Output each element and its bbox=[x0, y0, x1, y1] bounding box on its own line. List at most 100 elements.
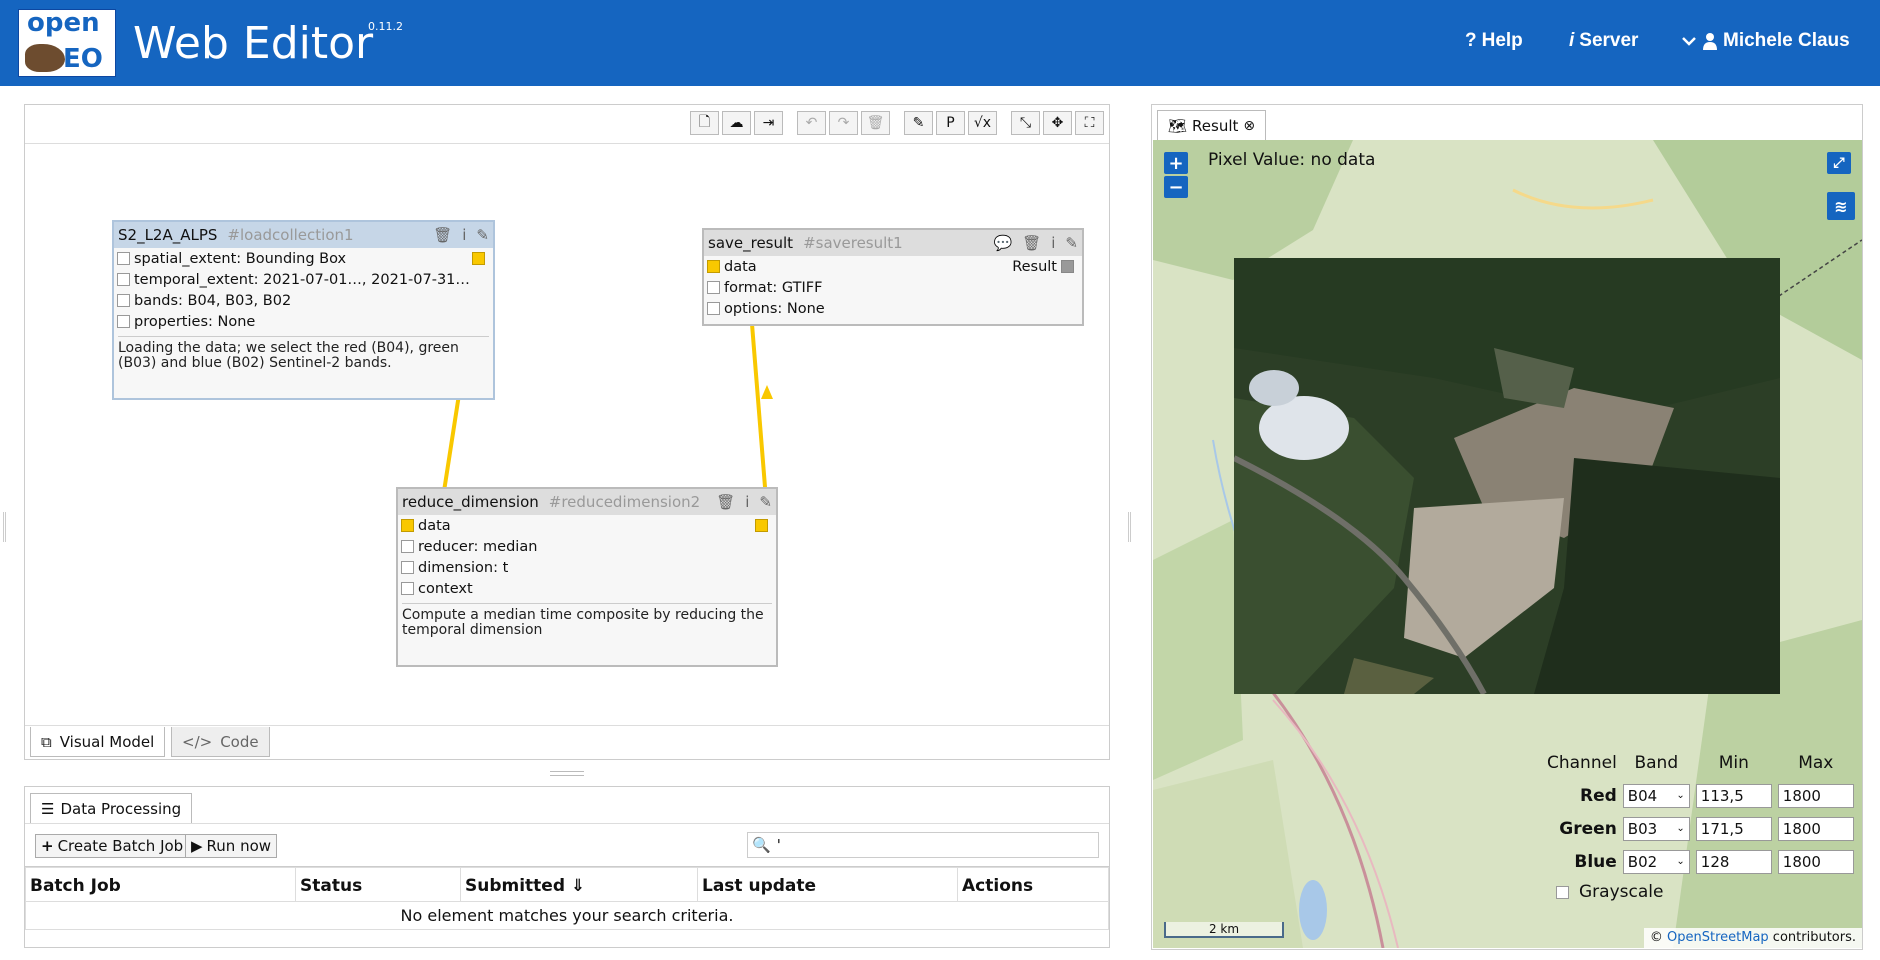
channel-label: Blue bbox=[1574, 851, 1617, 872]
chevron-down-icon: ⌄ bbox=[1676, 823, 1685, 834]
tab-result[interactable]: 🗺 Result ⊗ bbox=[1157, 110, 1267, 140]
info-icon: i bbox=[1569, 30, 1575, 51]
param-checkbox[interactable] bbox=[707, 281, 720, 294]
param-row[interactable]: reducer: median bbox=[398, 536, 776, 557]
help-link[interactable]: ? Help bbox=[1465, 30, 1523, 52]
run-now-button[interactable]: ▶ Run now bbox=[185, 834, 278, 858]
grayscale-label: Grayscale bbox=[1579, 882, 1664, 902]
left-resize-handle[interactable] bbox=[3, 512, 6, 542]
param-row[interactable]: properties: None bbox=[114, 311, 493, 332]
node-reducedimension[interactable]: reduce_dimension #reducedimension2 🗑 i ✎… bbox=[396, 487, 778, 667]
result-checkbox[interactable] bbox=[1061, 260, 1074, 273]
param-row[interactable]: bands: B04, B03, B02 bbox=[114, 290, 493, 311]
input-port[interactable] bbox=[707, 260, 720, 273]
node-loadcollection[interactable]: S2_L2A_ALPS #loadcollection1 🗑 i ✎ spati… bbox=[112, 220, 495, 400]
max-input[interactable]: 1800 bbox=[1777, 849, 1854, 874]
tab-code[interactable]: </> Code bbox=[171, 727, 270, 757]
node-header[interactable]: S2_L2A_ALPS #loadcollection1 🗑 i ✎ bbox=[114, 222, 493, 248]
param-label: bands: B04, B03, B02 bbox=[134, 292, 292, 309]
comment-icon[interactable]: 💬 bbox=[994, 234, 1013, 252]
output-port[interactable] bbox=[472, 252, 485, 265]
output-port[interactable] bbox=[755, 519, 768, 532]
param-label: data bbox=[724, 258, 757, 275]
param-row[interactable]: context bbox=[398, 578, 776, 599]
table-header-row: Batch Job Status Submitted ⇓ Last update… bbox=[25, 867, 1109, 902]
min-input[interactable]: 113,5 bbox=[1695, 783, 1772, 808]
edit-icon[interactable]: ✎ bbox=[1065, 234, 1078, 252]
column-header[interactable]: Actions bbox=[957, 867, 1109, 902]
header-band: Band bbox=[1634, 752, 1679, 773]
param-label: temporal_extent: 2021-07-01…, 2021-07-31… bbox=[134, 271, 470, 288]
node-header[interactable]: reduce_dimension #reducedimension2 🗑 i ✎ bbox=[398, 489, 776, 515]
param-checkbox[interactable] bbox=[117, 273, 130, 286]
result-map[interactable]: Pixel Value: no data + − ⤢ ≋ Channel Ban… bbox=[1153, 140, 1862, 948]
max-input[interactable]: 1800 bbox=[1777, 816, 1854, 841]
layers-icon[interactable]: ≋ bbox=[1827, 192, 1855, 220]
min-input[interactable]: 171,5 bbox=[1695, 816, 1772, 841]
osm-link[interactable]: OpenStreetMap bbox=[1667, 930, 1769, 945]
band-select[interactable]: B03 ⌄ bbox=[1622, 816, 1690, 841]
data-processing-panel: ☰ Data Processing + Create Batch Job ▶ R… bbox=[24, 786, 1110, 948]
logo-blob bbox=[25, 44, 65, 72]
scale-bar: 2 km bbox=[1164, 922, 1284, 938]
search-input[interactable]: 🔍 ' bbox=[747, 832, 1099, 858]
model-editor-panel: 🗋 ☁ ⇥ ↶ ↷ 🗑 ✎ P √x ⤡ ✥ ⛶ S2_L2A_ALPS #lo… bbox=[24, 104, 1110, 760]
param-row[interactable]: options: None bbox=[704, 298, 1082, 319]
param-row[interactable]: format: GTIFF bbox=[704, 277, 1082, 298]
param-row[interactable]: dimension: t bbox=[398, 557, 776, 578]
band-select[interactable]: B04 ⌄ bbox=[1622, 783, 1690, 808]
param-checkbox[interactable] bbox=[707, 302, 720, 315]
tab-data-processing[interactable]: ☰ Data Processing bbox=[30, 793, 193, 823]
map-icon: 🗺 bbox=[1168, 116, 1188, 135]
middle-resize-handle[interactable] bbox=[1128, 512, 1131, 542]
min-input[interactable]: 128 bbox=[1695, 849, 1772, 874]
grayscale-checkbox[interactable] bbox=[1556, 885, 1569, 899]
user-menu[interactable]: Michele Claus bbox=[1681, 30, 1850, 52]
max-input[interactable]: 1800 bbox=[1777, 783, 1854, 808]
zoom-in-button[interactable]: + bbox=[1164, 152, 1188, 174]
create-batch-job-button[interactable]: + Create Batch Job bbox=[35, 834, 190, 858]
edit-icon[interactable]: ✎ bbox=[476, 226, 489, 244]
param-checkbox[interactable] bbox=[401, 540, 414, 553]
trash-icon[interactable]: 🗑 bbox=[1022, 234, 1041, 252]
info-icon[interactable]: i bbox=[1051, 234, 1055, 252]
info-icon[interactable]: i bbox=[462, 226, 466, 244]
channel-table: Channel Band Min Max Red B04 ⌄ 113,5 1800… bbox=[1544, 746, 1857, 878]
node-header[interactable]: save_result #saveresult1 💬 🗑 i ✎ bbox=[704, 230, 1082, 256]
edit-icon[interactable]: ✎ bbox=[759, 493, 772, 511]
param-label: format: GTIFF bbox=[724, 279, 823, 296]
trash-icon[interactable]: 🗑 bbox=[716, 493, 735, 511]
input-port[interactable] bbox=[401, 519, 414, 532]
column-header[interactable]: Batch Job bbox=[25, 867, 296, 902]
close-icon[interactable]: ⊗ bbox=[1243, 118, 1255, 134]
param-checkbox[interactable] bbox=[117, 315, 130, 328]
resize-handle[interactable] bbox=[550, 771, 584, 776]
param-label: spatial_extent: Bounding Box bbox=[134, 250, 347, 267]
server-link[interactable]: i Server bbox=[1569, 30, 1638, 52]
param-checkbox[interactable] bbox=[401, 582, 414, 595]
band-value: B03 bbox=[1627, 819, 1658, 838]
node-saveresult[interactable]: save_result #saveresult1 💬 🗑 i ✎ data Re… bbox=[702, 228, 1084, 326]
param-checkbox[interactable] bbox=[401, 561, 414, 574]
param-checkbox[interactable] bbox=[117, 294, 130, 307]
param-checkbox[interactable] bbox=[117, 252, 130, 265]
param-row[interactable]: spatial_extent: Bounding Box bbox=[114, 248, 493, 269]
zoom-out-button[interactable]: − bbox=[1164, 176, 1188, 198]
param-row[interactable]: data Result bbox=[704, 256, 1082, 277]
column-header[interactable]: Status bbox=[295, 867, 461, 902]
result-label: Result bbox=[1012, 258, 1057, 275]
info-icon[interactable]: i bbox=[745, 493, 749, 511]
channel-label: Red bbox=[1580, 785, 1617, 806]
band-select[interactable]: B02 ⌄ bbox=[1622, 849, 1690, 874]
expand-icon[interactable]: ⤢ bbox=[1827, 152, 1851, 174]
channel-header-row: Channel Band Min Max bbox=[1544, 746, 1857, 779]
openeo-logo[interactable]: open EO bbox=[18, 8, 116, 77]
column-header[interactable]: Submitted ⇓ bbox=[460, 867, 698, 902]
column-header[interactable]: Last update bbox=[697, 867, 958, 902]
tab-visual-model[interactable]: ⧉ Visual Model bbox=[30, 727, 166, 757]
param-row[interactable]: data bbox=[398, 515, 776, 536]
param-row[interactable]: temporal_extent: 2021-07-01…, 2021-07-31… bbox=[114, 269, 493, 290]
grayscale-toggle[interactable]: Grayscale bbox=[1556, 882, 1663, 902]
trash-icon[interactable]: 🗑 bbox=[433, 226, 452, 244]
app-header: open EO Web Editor 0.11.2 ? Help i Serve… bbox=[0, 0, 1880, 86]
